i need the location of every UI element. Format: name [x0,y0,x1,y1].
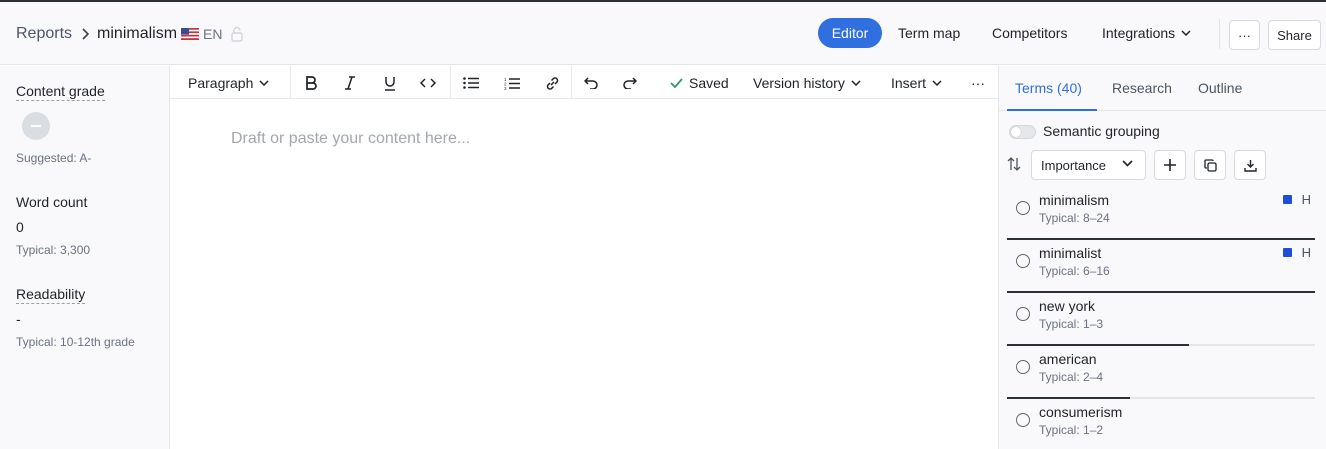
readability-label: Readability [16,286,86,304]
content-grade-label: Content grade [16,83,105,101]
editor-toolbar: Paragraph 123 Saved Version history Inse… [170,66,998,99]
term-typical: Typical: 2–4 [1039,370,1104,384]
semantic-grouping-label: Semantic grouping [1043,123,1160,139]
chevron-right-icon [81,28,90,40]
term-row[interactable]: new york Typical: 1–3 [1007,293,1315,346]
readability-typical: Typical: 10-12th grade [16,335,135,349]
code-icon[interactable] [418,73,438,93]
word-count-label: Word count [16,194,88,210]
paragraph-style-dropdown[interactable]: Paragraph [188,66,269,99]
document-title: minimalism [97,25,178,42]
term-name: minimalism [1039,192,1109,208]
undo-icon[interactable] [581,73,601,93]
term-row[interactable]: minimalism Typical: 8–24 H [1007,187,1315,240]
more-options-button[interactable]: ··· [1229,20,1260,50]
tab-competitors[interactable]: Competitors [992,18,1067,48]
readability-value: - [16,311,21,327]
chevron-down-icon [259,79,269,86]
share-button[interactable]: Share [1268,20,1321,50]
content-editor[interactable]: Draft or paste your content here... [170,100,998,449]
checkmark-icon [670,77,683,88]
term-row[interactable]: consumerism Typical: 1–2 [1007,399,1315,449]
add-term-button[interactable] [1154,150,1186,180]
suggested-grade: Suggested: A- [16,151,92,165]
bulleted-list-icon[interactable] [461,73,481,93]
top-header: Reports minimalism EN Editor Term map Co… [0,0,1326,65]
term-row[interactable]: american Typical: 2–4 [1007,346,1315,399]
heading-tag-icon [1283,195,1292,204]
svg-text:3: 3 [504,86,507,90]
terms-panel: Terms (40) Research Outline Semantic gro… [998,66,1326,449]
copy-terms-button[interactable] [1194,150,1226,180]
toolbar-more-button[interactable]: ··· [971,66,985,99]
heading-tag: H [1301,245,1311,260]
panel-tabs: Terms (40) Research Outline [999,66,1326,111]
term-typical: Typical: 6–16 [1039,264,1110,278]
integrations-label: Integrations [1102,25,1176,41]
bold-icon[interactable] [301,73,321,93]
insert-label: Insert [891,74,927,91]
download-terms-button[interactable] [1234,150,1266,180]
editor-placeholder: Draft or paste your content here... [231,130,471,147]
sort-select[interactable]: Importance [1031,150,1146,180]
word-count-value: 0 [16,219,24,235]
download-icon [1243,159,1257,172]
redo-icon[interactable] [620,73,640,93]
paragraph-style-label: Paragraph [188,74,254,91]
term-typical: Typical: 1–2 [1039,423,1104,437]
tab-term-map[interactable]: Term map [898,18,960,48]
italic-icon[interactable] [340,73,360,93]
copy-icon [1203,158,1217,172]
underline-icon[interactable] [380,73,400,93]
lock-icon[interactable] [231,26,244,42]
term-checkbox[interactable] [1016,360,1030,374]
term-checkbox[interactable] [1016,413,1030,427]
term-checkbox[interactable] [1016,307,1030,321]
saved-label: Saved [689,74,729,91]
chevron-down-icon [932,79,942,86]
semantic-grouping-toggle[interactable] [1009,125,1036,139]
term-row[interactable]: minimalist Typical: 6–16 H [1007,240,1315,293]
link-icon[interactable] [542,73,562,93]
us-flag-icon [181,28,200,40]
metrics-sidebar: Content grade Suggested: A- Word count 0… [0,66,170,449]
tab-research[interactable]: Research [1112,80,1172,96]
chevron-down-icon [851,79,861,86]
version-history-label: Version history [753,74,845,91]
tab-outline[interactable]: Outline [1198,80,1242,96]
heading-tag-icon [1283,248,1292,257]
term-name: consumerism [1039,404,1123,420]
breadcrumb-reports-link[interactable]: Reports [16,25,72,43]
insert-dropdown[interactable]: Insert [891,66,942,99]
version-history-dropdown[interactable]: Version history [753,66,861,99]
active-tab-indicator [1007,109,1097,111]
term-typical: Typical: 1–3 [1039,317,1104,331]
save-status: Saved [670,66,729,99]
term-name: american [1039,351,1097,367]
plus-icon [1164,159,1176,171]
tab-editor[interactable]: Editor [818,18,882,48]
header-divider [1219,19,1220,49]
word-count-typical: Typical: 3,300 [16,243,91,257]
term-name: new york [1039,298,1096,314]
heading-tag: H [1301,192,1311,207]
toolbar-divider [571,66,572,99]
integrations-dropdown[interactable]: Integrations [1102,18,1191,48]
content-grade-badge [22,112,50,140]
sort-icon[interactable] [1007,157,1021,171]
chevron-down-icon [1181,30,1191,36]
toolbar-divider [290,66,291,99]
language-code: EN [203,26,223,42]
tab-terms[interactable]: Terms (40) [1015,80,1082,96]
term-checkbox[interactable] [1016,201,1030,215]
toolbar-divider [450,66,451,99]
term-typical: Typical: 8–24 [1039,211,1110,225]
breadcrumb: Reports minimalism EN [16,24,244,44]
sort-value: Importance [1041,157,1107,173]
chevron-down-icon [1122,160,1133,167]
numbered-list-icon[interactable]: 123 [502,73,522,93]
term-name: minimalist [1039,245,1102,261]
term-checkbox[interactable] [1016,254,1030,268]
